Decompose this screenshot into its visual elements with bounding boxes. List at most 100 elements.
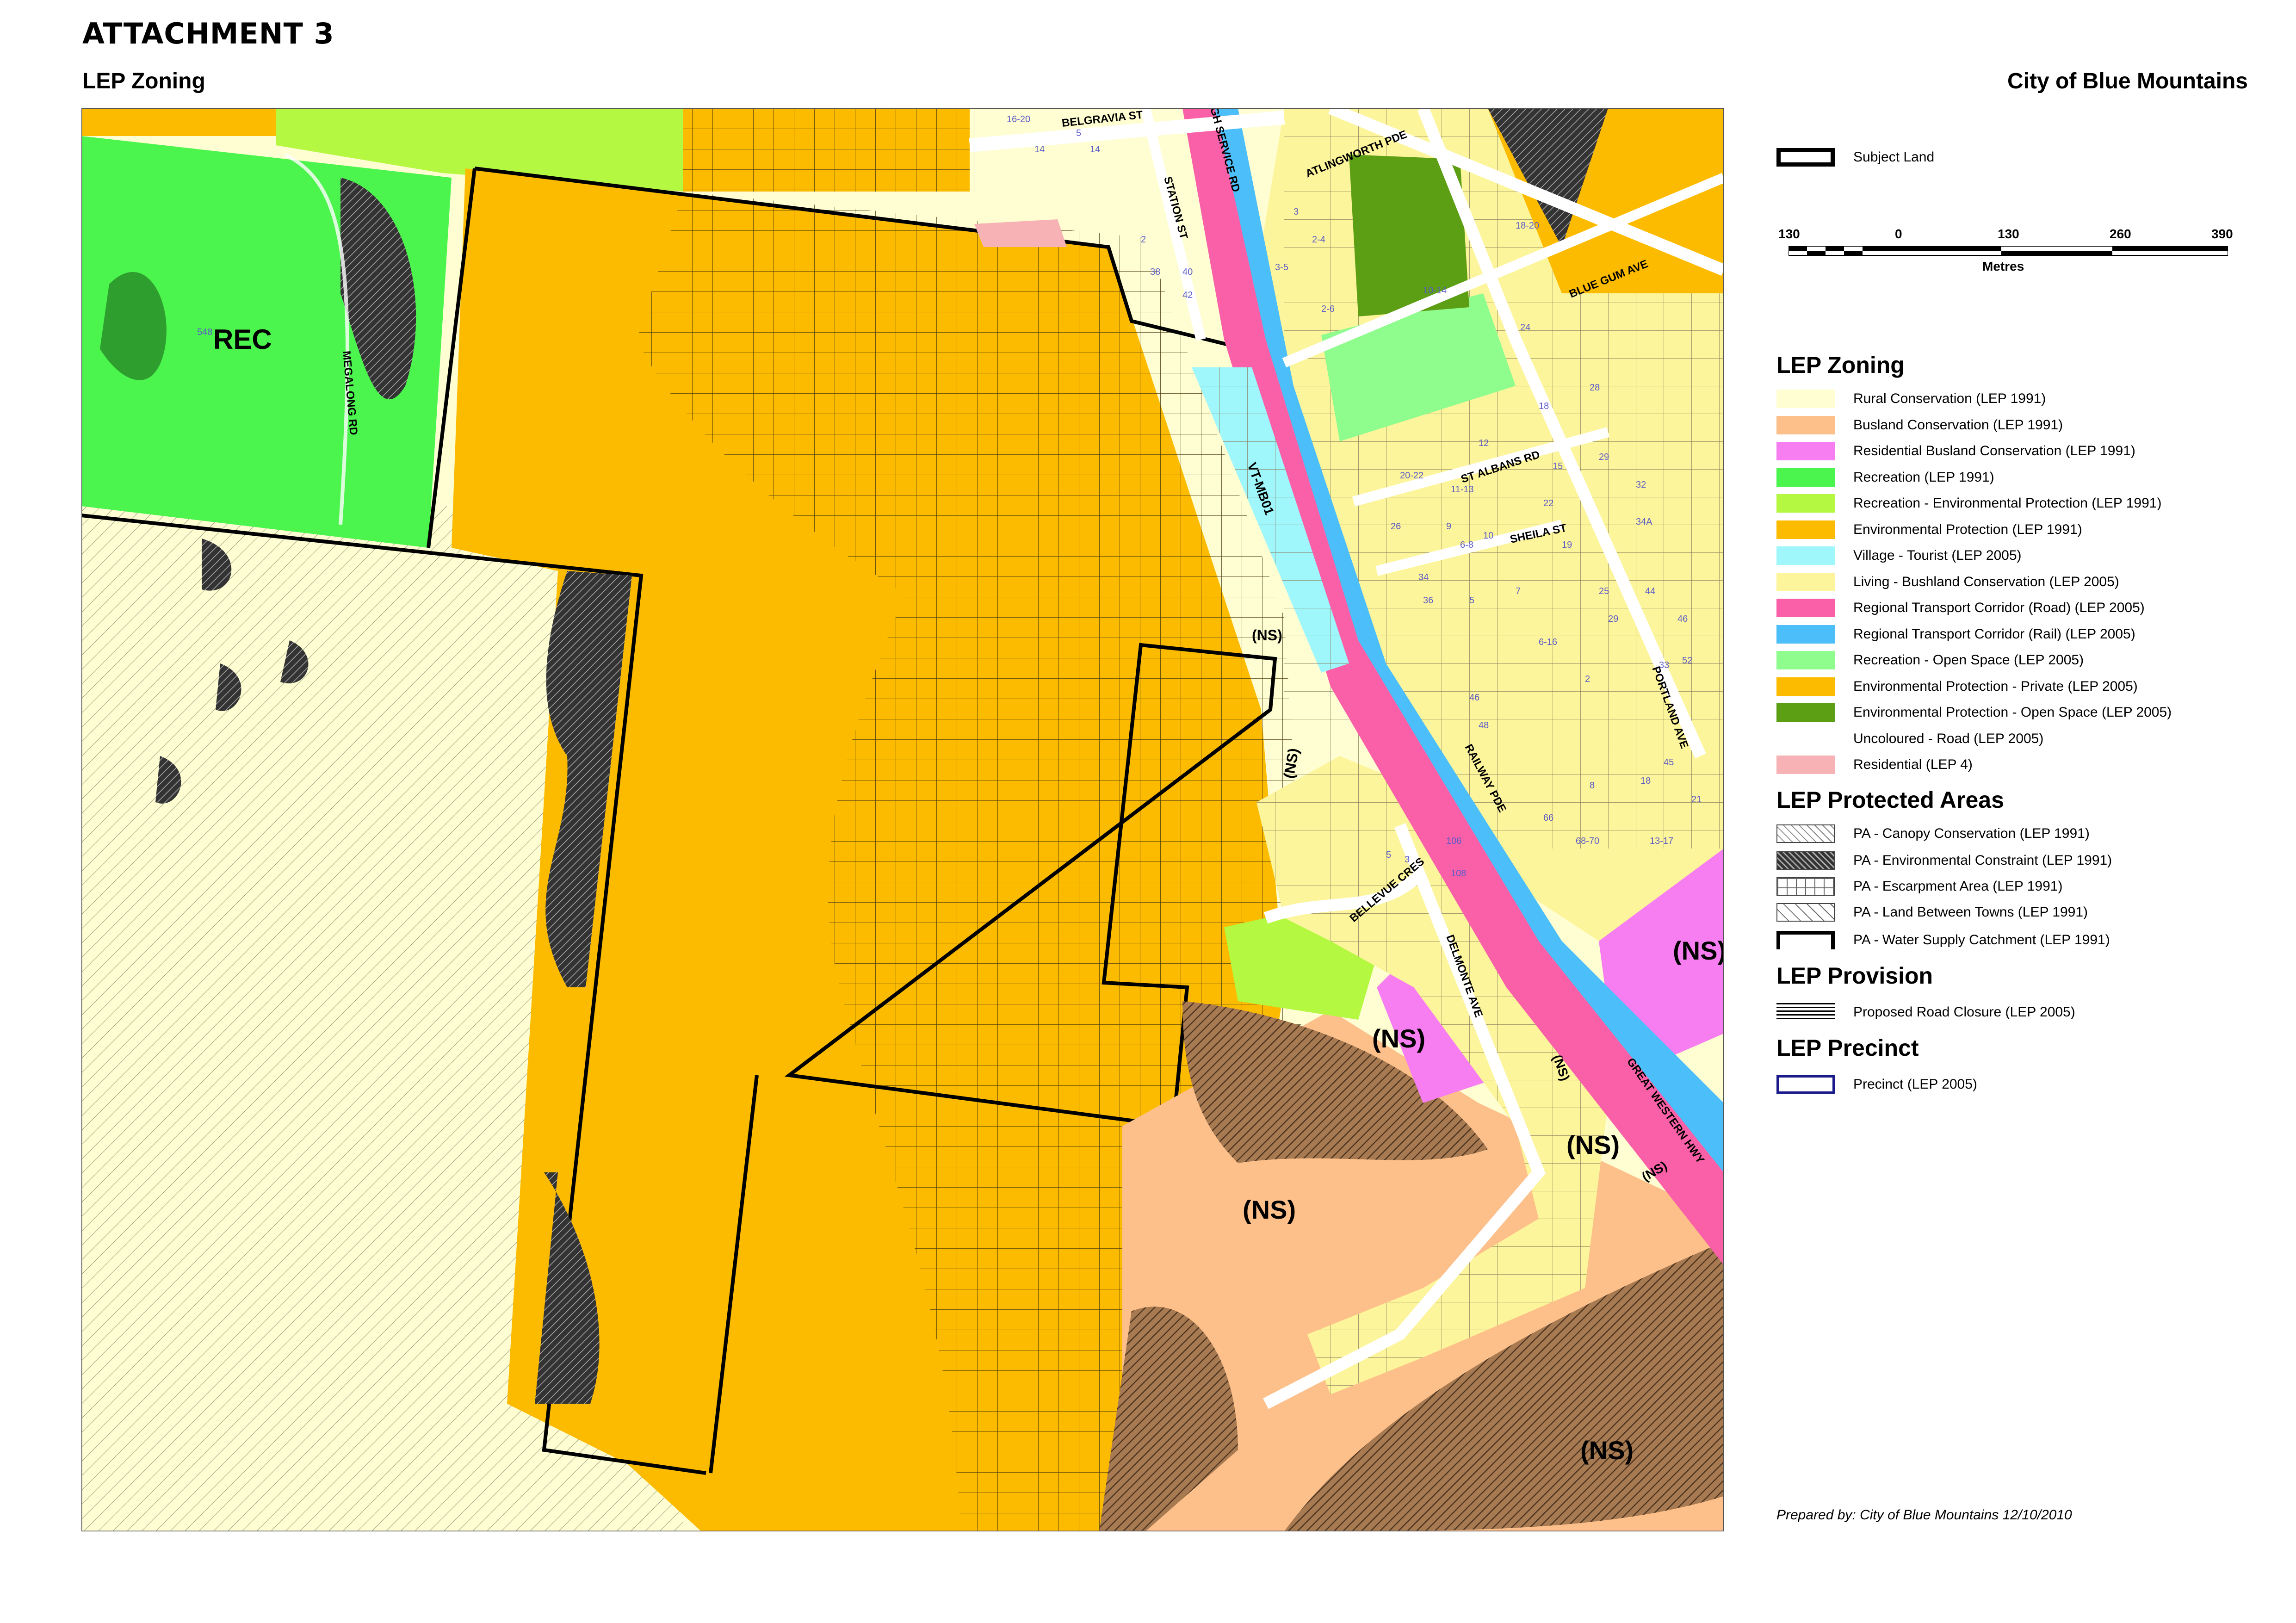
scale-tick: 130	[1778, 227, 1800, 241]
legend-item-label: PA - Escarpment Area (LEP 1991)	[1853, 879, 2063, 894]
zoning-swatch	[1776, 599, 1835, 617]
zone-label-rec: REC	[213, 324, 272, 355]
zone-label-ns: (NS)	[1566, 1130, 1620, 1159]
legend-item-label: Environmental Protection - Open Space (L…	[1853, 705, 2172, 720]
lot-number: 29	[1599, 452, 1609, 462]
lot-number: 34	[1418, 572, 1429, 582]
lot-number: 20-22	[1400, 471, 1423, 481]
lot-number: 14	[1090, 144, 1100, 155]
zoning-map[interactable]: REC (NS) (NS) (NS) (NS) (NS) (NS) (NS) (…	[81, 108, 1724, 1531]
legend-item-label: Living - Bushland Conservation (LEP 2005…	[1853, 574, 2119, 589]
lot-number: 22	[1543, 498, 1553, 508]
zoning-swatch	[1776, 468, 1835, 487]
lot-number: 6-8	[1460, 540, 1473, 550]
legend-item-label: PA - Water Supply Catchment (LEP 1991)	[1853, 932, 2110, 948]
zoning-swatch	[1776, 546, 1835, 565]
legend-water-supply: PA - Water Supply Catchment (LEP 1991)	[1776, 930, 2110, 950]
zone-label-ns: (NS)	[1372, 1024, 1425, 1053]
legend-escarpment-area: PA - Escarpment Area (LEP 1991)	[1776, 876, 2062, 897]
lot-number: 10-14	[1423, 285, 1447, 296]
lot-number: 68-70	[1576, 836, 1599, 846]
lot-number: 46	[1469, 693, 1479, 703]
lot-number: 34A	[1636, 517, 1652, 527]
legend-item-label: Village - Tourist (LEP 2005)	[1853, 548, 2022, 563]
legend-item-label: Recreation (LEP 1991)	[1853, 469, 1994, 485]
precinct-section-title: LEP Precinct	[1776, 1035, 1919, 1061]
legend-zoning-item: Recreation - Environmental Protection (L…	[1776, 493, 2161, 514]
lot-number: 40	[1182, 267, 1193, 277]
water-supply-swatch	[1776, 931, 1835, 949]
zone-label-ns: (NS)	[1252, 627, 1282, 644]
lot-number: 106	[1446, 836, 1461, 846]
lot-number: 29	[1608, 614, 1618, 624]
canopy-swatch	[1776, 824, 1835, 843]
lot-number: 2-6	[1321, 304, 1335, 314]
lot-number: 10	[1483, 531, 1493, 541]
lot-number: 38	[1150, 267, 1160, 277]
zone-label-ns: (NS)	[1243, 1195, 1296, 1224]
lot-number: 108	[1451, 868, 1466, 879]
lot-number: 5	[1386, 850, 1391, 860]
organisation-name: City of Blue Mountains	[2007, 69, 2248, 93]
legend-item-label: Recreation - Open Space (LEP 2005)	[1853, 652, 2084, 668]
legend-canopy-conservation: PA - Canopy Conservation (LEP 1991)	[1776, 824, 2090, 844]
scale-unit: Metres	[1982, 259, 2024, 273]
lot-number: 7	[1516, 586, 1521, 596]
lot-number: 36	[1423, 595, 1433, 606]
lot-number: 48	[1479, 720, 1489, 731]
zoning-section-title: LEP Zoning	[1776, 352, 1905, 378]
scale-tick: 0	[1895, 227, 1902, 241]
legend-zoning-item: Recreation (LEP 1991)	[1776, 467, 1994, 488]
lot-number: 18-20	[1516, 221, 1539, 231]
lot-number: 24	[1520, 322, 1530, 333]
legend-zoning-item: Recreation - Open Space (LEP 2005)	[1776, 650, 2084, 670]
legend-item-label: Residential (LEP 4)	[1853, 757, 1973, 772]
legend-zoning-item: Uncoloured - Road (LEP 2005)	[1776, 729, 2043, 749]
lot-number: 2	[1585, 674, 1590, 684]
lot-number: 19	[1562, 540, 1572, 550]
lot-number: 18	[1539, 401, 1549, 411]
zone-label-ns: (NS)	[1580, 1436, 1634, 1465]
zoning-swatch	[1776, 390, 1835, 408]
legend-item-label: Uncoloured - Road (LEP 2005)	[1853, 731, 2044, 746]
legend-item-label: Rural Conservation (LEP 1991)	[1853, 391, 2046, 406]
lot-number: 3-5	[1275, 262, 1288, 273]
land-between-towns-swatch	[1776, 903, 1835, 922]
zoning-swatch	[1776, 572, 1835, 591]
legend-item-label: Environmental Protection (LEP 1991)	[1853, 521, 2082, 537]
map-subtitle: LEP Zoning	[82, 69, 205, 93]
lot-number: 18	[1640, 776, 1651, 786]
subject-land-label: Subject Land	[1853, 149, 1935, 165]
legend-item-label: Residential Busland Conservation (LEP 19…	[1853, 443, 2135, 458]
precinct-swatch	[1776, 1075, 1835, 1094]
residential-zone	[974, 219, 1067, 247]
lot-number: 2-4	[1312, 235, 1325, 245]
attachment-title: ATTACHMENT 3	[82, 17, 334, 50]
zoning-swatch	[1776, 625, 1835, 644]
legend-environmental-constraint: PA - Environmental Constraint (LEP 1991)	[1776, 850, 2112, 871]
lot-number: 44	[1645, 586, 1655, 596]
subject-land-swatch	[1776, 148, 1835, 167]
legend-zoning-item: Living - Bushland Conservation (LEP 2005…	[1776, 572, 2119, 592]
legend-zoning-item: Regional Transport Corridor (Rail) (LEP …	[1776, 624, 2135, 644]
lot-number: 12	[1479, 438, 1489, 448]
escarpment-swatch	[1776, 877, 1835, 896]
legend-zoning-item: Environmental Protection - Open Space (L…	[1776, 702, 2172, 723]
legend-item-label: Busland Conservation (LEP 1991)	[1853, 417, 2063, 433]
lot-number: 28	[1590, 383, 1600, 393]
legend-road-closure: Proposed Road Closure (LEP 2005)	[1776, 1002, 2075, 1022]
prepared-by: Prepared by: City of Blue Mountains 12/1…	[1776, 1507, 2072, 1523]
zoning-swatch	[1776, 520, 1835, 539]
zoning-swatch	[1776, 729, 1835, 748]
provision-section-title: LEP Provision	[1776, 963, 1933, 989]
lot-number: 45	[1664, 757, 1674, 768]
zoning-swatch	[1776, 703, 1835, 722]
lot-number: 5	[1469, 595, 1474, 606]
protected-section-title: LEP Protected Areas	[1776, 787, 2004, 813]
legend-item-label: Environmental Protection - Private (LEP …	[1853, 678, 2138, 694]
legend-item-label: PA - Canopy Conservation (LEP 1991)	[1853, 826, 2090, 841]
zoning-swatch	[1776, 415, 1835, 434]
lot-number: 6-16	[1539, 637, 1557, 647]
legend-zoning-item: Busland Conservation (LEP 1991)	[1776, 415, 2063, 435]
lot-number: 33	[1659, 660, 1669, 670]
